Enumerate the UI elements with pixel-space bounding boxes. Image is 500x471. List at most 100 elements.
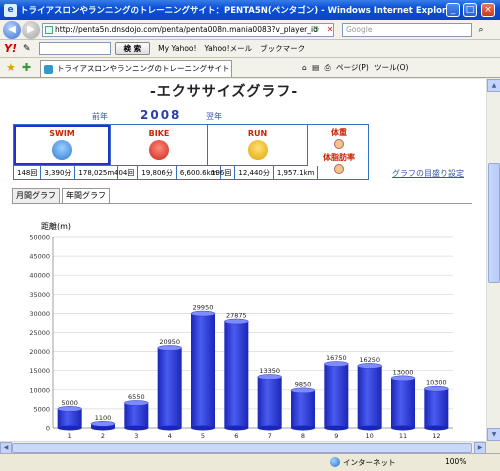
runner-icon (247, 140, 268, 160)
globe-icon (330, 457, 340, 467)
address-toolbar: ◀ ▶ http://penta5n.dnsdojo.com/penta/pen… (0, 20, 500, 40)
y-tick-label: 40000 (29, 272, 50, 280)
horizontal-scrollbar[interactable]: ◀ ▶ (0, 441, 486, 454)
sport-run[interactable]: RUN (208, 125, 308, 165)
yahoo-logo[interactable]: Y! (4, 42, 17, 55)
pencil-icon[interactable]: ✎ (23, 44, 31, 54)
address-input[interactable]: http://penta5n.dnsdojo.com/penta/penta00… (42, 23, 334, 37)
print-icon[interactable]: ⎙ (325, 63, 331, 72)
year-label: 2008 (140, 108, 182, 122)
yahoo-toolbar: Y! ✎ 検 索 My Yahoo! Yahoo!メール ブックマーク (0, 40, 500, 58)
yahoo-mail-link[interactable]: Yahoo!メール (205, 43, 253, 54)
zoom-level[interactable]: 100% (445, 457, 466, 466)
bar-top (390, 375, 416, 382)
close-button[interactable]: × (481, 3, 495, 17)
minimize-button[interactable]: _ (446, 3, 460, 17)
bike-count: 404回 (111, 166, 139, 180)
stop-icon[interactable]: ✕ (324, 23, 336, 37)
cyclist-icon (149, 140, 169, 160)
body-fat-link[interactable]: 体脂肪率 (309, 152, 369, 163)
bar-top (190, 310, 216, 317)
data-label: 13350 (259, 367, 280, 375)
bar-base (57, 425, 82, 431)
bar (424, 388, 449, 428)
browser-tab[interactable]: トライアスロンやランニングのトレーニングサイト：PENTA5N... (40, 60, 232, 77)
y-axis-label: 距離(m) (41, 221, 71, 231)
add-favorite-icon[interactable]: ✚ (22, 61, 31, 74)
graph-tabs: 月間グラフ 年間グラフ (12, 188, 112, 204)
page-icon (45, 26, 53, 34)
y-tick-label: 10000 (29, 386, 50, 394)
window-title: トライアスロンやランニングのトレーニングサイト：PENTA5N(ペンタゴン) -… (20, 6, 450, 16)
vertical-scroll-thumb[interactable] (488, 163, 500, 283)
search-input[interactable]: Google (342, 23, 472, 37)
x-tick-label: 6 (234, 432, 238, 440)
data-label: 29950 (193, 304, 214, 312)
tab-monthly-graph[interactable]: 月間グラフ (12, 188, 60, 204)
horizontal-scroll-thumb[interactable] (12, 443, 472, 453)
tools-menu[interactable]: ツール(O) (374, 63, 408, 72)
scroll-down-arrow-icon[interactable]: ▼ (487, 428, 500, 441)
bar-base (124, 425, 149, 431)
bar-top (90, 421, 116, 427)
y-tick-label: 50000 (29, 234, 50, 242)
bar-base (191, 425, 215, 431)
maximize-button[interactable]: □ (463, 3, 477, 17)
data-label: 27875 (226, 312, 247, 320)
forward-arrow-icon[interactable]: ▶ (22, 21, 40, 39)
weight-person-icon (334, 139, 344, 149)
bar-top (424, 385, 449, 392)
bar (357, 365, 382, 428)
next-year-link[interactable]: 翌年 (206, 111, 222, 122)
vertical-scrollbar[interactable]: ▲ ▼ (486, 79, 500, 441)
security-zone: インターネット (330, 457, 396, 468)
bike-time: 19,806分 (138, 166, 177, 180)
prev-year-link[interactable]: 前年 (92, 111, 108, 122)
sport-bike[interactable]: BIKE (111, 125, 208, 165)
bar (124, 402, 149, 428)
sport-bike-label: BIKE (148, 129, 170, 138)
annual-distance-chart: 距離(m) 0500010000150002000025000300003500… (29, 221, 453, 440)
tab-annual-graph[interactable]: 年間グラフ (62, 188, 110, 204)
bar (191, 313, 215, 428)
bar-top (357, 363, 382, 369)
refresh-icon[interactable]: ↻ (310, 23, 322, 37)
bar (391, 378, 415, 428)
yahoo-search-input[interactable] (38, 42, 111, 55)
my-yahoo-link[interactable]: My Yahoo! (158, 44, 196, 53)
y-tick-label: 45000 (29, 253, 50, 261)
sport-summary-box: SWIM BIKE RUN 148回 3,390分 178,025m 404回 … (13, 124, 369, 180)
data-label: 20950 (159, 338, 180, 346)
x-tick-label: 12 (432, 432, 440, 440)
x-tick-label: 8 (301, 432, 305, 440)
tab-divider (12, 203, 472, 204)
y-tick-label: 5000 (33, 405, 50, 413)
page-menu[interactable]: ページ(P) (336, 63, 369, 72)
bar-top (224, 318, 249, 325)
bar (324, 364, 349, 428)
bar-base (357, 425, 382, 431)
bar (291, 390, 315, 428)
data-label: 5000 (61, 399, 78, 407)
run-distance: 1,957.1km (274, 166, 319, 180)
data-label: 10300 (426, 379, 447, 387)
swim-stats: 148回 3,390分 178,025m (14, 165, 119, 180)
data-label: 9850 (295, 380, 312, 388)
search-icon[interactable]: ⌕ (474, 23, 488, 37)
weight-link[interactable]: 体重 (309, 127, 369, 138)
bar-base (291, 425, 315, 431)
home-icon[interactable]: ⌂ (302, 63, 307, 72)
sport-swim-label: SWIM (49, 129, 75, 138)
address-url: http://penta5n.dnsdojo.com/penta/penta00… (55, 25, 318, 34)
scroll-up-arrow-icon[interactable]: ▲ (487, 79, 500, 92)
swimmer-icon (52, 140, 72, 160)
yahoo-search-button[interactable]: 検 索 (114, 42, 151, 55)
sport-swim[interactable]: SWIM (14, 125, 111, 165)
data-label: 13000 (393, 368, 414, 376)
favorites-star-icon[interactable]: ★ (6, 61, 16, 74)
bookmark-link[interactable]: ブックマーク (260, 43, 305, 54)
graph-scale-settings-link[interactable]: グラフの目盛り設定 (392, 168, 464, 179)
bar-base (424, 425, 449, 431)
feed-icon[interactable]: ▤ (312, 63, 319, 72)
back-arrow-icon[interactable]: ◀ (3, 21, 21, 39)
